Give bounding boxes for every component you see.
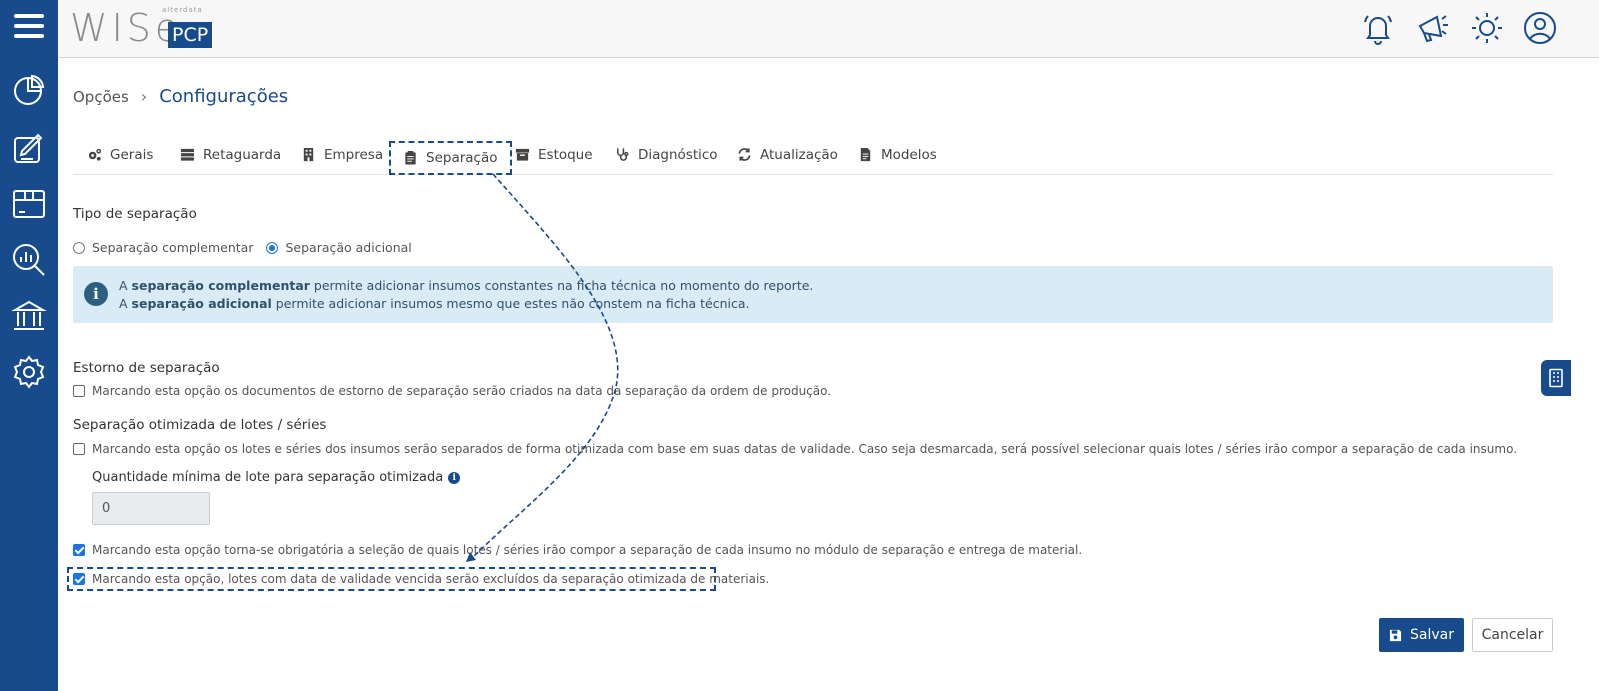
info-text: permite adicionar insumos constantes na … bbox=[309, 278, 814, 293]
tab-label: Gerais bbox=[110, 147, 154, 163]
obrigatoria-option: Marcando esta opção torna-se obrigatória… bbox=[73, 543, 1082, 557]
info-text: permite adicionar insumos mesmo que este… bbox=[271, 296, 750, 311]
tab-gerais[interactable]: Gerais bbox=[87, 142, 153, 168]
edit-note-icon[interactable] bbox=[11, 130, 47, 166]
tab-separacao[interactable]: Separação bbox=[389, 141, 512, 175]
qty-min-input[interactable]: 0 bbox=[92, 492, 210, 525]
otimizada-option: Marcando esta opção os lotes e séries do… bbox=[73, 442, 1517, 456]
building-icon bbox=[1549, 368, 1563, 388]
estorno-checkbox[interactable] bbox=[73, 385, 85, 397]
settings-icon[interactable] bbox=[11, 354, 47, 390]
save-label: Salvar bbox=[1410, 627, 1454, 643]
tab-empresa[interactable]: Empresa bbox=[301, 142, 383, 168]
side-panel-toggle[interactable] bbox=[1541, 360, 1571, 396]
cancel-button[interactable]: Cancelar bbox=[1472, 618, 1553, 652]
tab-bar: Gerais Retaguarda Empresa Separação Esto… bbox=[73, 138, 1553, 175]
tipo-separacao-options: Separação complementar Separação adicion… bbox=[73, 240, 412, 255]
vencida-label[interactable]: Marcando esta opção, lotes com data de v… bbox=[92, 572, 769, 586]
estorno-title: Estorno de separação bbox=[73, 360, 220, 376]
box-icon[interactable] bbox=[11, 186, 47, 222]
building-icon bbox=[301, 147, 317, 163]
vencida-checkbox[interactable] bbox=[73, 573, 85, 585]
megaphone-icon[interactable] bbox=[1415, 10, 1451, 46]
file-icon bbox=[858, 147, 874, 163]
radio-label-complementar[interactable]: Separação complementar bbox=[92, 240, 253, 255]
tab-estoque[interactable]: Estoque bbox=[515, 142, 593, 168]
estorno-label[interactable]: Marcando esta opção os documentos de est… bbox=[92, 384, 831, 398]
stethoscope-icon bbox=[615, 147, 631, 163]
tab-label: Diagnóstico bbox=[638, 147, 718, 163]
radio-label-adicional[interactable]: Separação adicional bbox=[285, 240, 411, 255]
top-header: WISe alterdata PCP bbox=[58, 0, 1599, 58]
archive-icon bbox=[515, 147, 531, 163]
bank-icon[interactable] bbox=[11, 298, 47, 334]
breadcrumb: Opções › Configurações bbox=[73, 86, 288, 107]
otimizada-checkbox[interactable] bbox=[73, 443, 85, 455]
info-line-2: A separação adicional permite adicionar … bbox=[119, 296, 750, 311]
save-button[interactable]: Salvar bbox=[1379, 618, 1464, 652]
cogs-icon bbox=[87, 147, 103, 163]
tab-modelos[interactable]: Modelos bbox=[858, 142, 937, 168]
sun-icon[interactable] bbox=[1469, 10, 1505, 46]
info-bold: separação complementar bbox=[131, 278, 310, 293]
info-bold: separação adicional bbox=[131, 296, 272, 311]
logo-brand: alterdata bbox=[162, 6, 203, 14]
tipo-separacao-title: Tipo de separação bbox=[73, 206, 197, 222]
tab-label: Atualização bbox=[760, 147, 838, 163]
tab-retaguarda[interactable]: Retaguarda bbox=[180, 142, 281, 168]
chart-pie-icon[interactable] bbox=[11, 72, 47, 108]
clipboard-icon bbox=[403, 150, 419, 166]
tab-label: Estoque bbox=[538, 147, 593, 163]
breadcrumb-separator: › bbox=[140, 87, 148, 106]
estorno-option: Marcando esta opção os documentos de est… bbox=[73, 384, 831, 398]
info-text: A bbox=[119, 296, 132, 311]
tab-label: Empresa bbox=[324, 147, 384, 163]
obrigatoria-checkbox[interactable] bbox=[73, 544, 85, 556]
server-icon bbox=[180, 147, 196, 163]
logo-badge: PCP bbox=[168, 22, 213, 48]
info-line-1: A separação complementar permite adicion… bbox=[119, 278, 813, 293]
floppy-icon bbox=[1389, 629, 1402, 641]
info-alert: i A separação complementar permite adici… bbox=[73, 266, 1553, 323]
otimizada-label[interactable]: Marcando esta opção os lotes e séries do… bbox=[92, 442, 1517, 456]
page-title: Configurações bbox=[159, 86, 289, 107]
qty-min-label-text: Quantidade mínima de lote para separação… bbox=[92, 470, 444, 485]
radio-separacao-adicional[interactable] bbox=[266, 241, 279, 254]
obrigatoria-label[interactable]: Marcando esta opção torna-se obrigatória… bbox=[92, 543, 1082, 557]
sync-icon bbox=[737, 147, 753, 163]
tab-diagnostico[interactable]: Diagnóstico bbox=[615, 142, 718, 168]
tab-atualizacao[interactable]: Atualização bbox=[737, 142, 838, 168]
sidebar bbox=[0, 0, 58, 691]
report-search-icon[interactable] bbox=[11, 242, 47, 278]
hamburger-icon[interactable] bbox=[14, 14, 44, 38]
radio-separacao-complementar[interactable] bbox=[73, 241, 85, 254]
breadcrumb-parent[interactable]: Opções bbox=[73, 88, 129, 106]
vencida-option: Marcando esta opção, lotes com data de v… bbox=[73, 572, 769, 586]
tab-label: Retaguarda bbox=[203, 147, 282, 163]
tab-label: Modelos bbox=[881, 147, 937, 163]
otimizada-title: Separação otimizada de lotes / séries bbox=[73, 417, 327, 433]
qty-min-label: Quantidade mínima de lote para separação… bbox=[92, 470, 461, 485]
info-icon: i bbox=[84, 282, 108, 306]
tab-label: Separação bbox=[426, 150, 498, 166]
cancel-label: Cancelar bbox=[1481, 627, 1544, 643]
user-icon[interactable] bbox=[1522, 10, 1558, 46]
bell-icon[interactable] bbox=[1360, 10, 1396, 46]
info-text: A bbox=[119, 278, 132, 293]
info-icon[interactable]: i bbox=[448, 471, 461, 484]
